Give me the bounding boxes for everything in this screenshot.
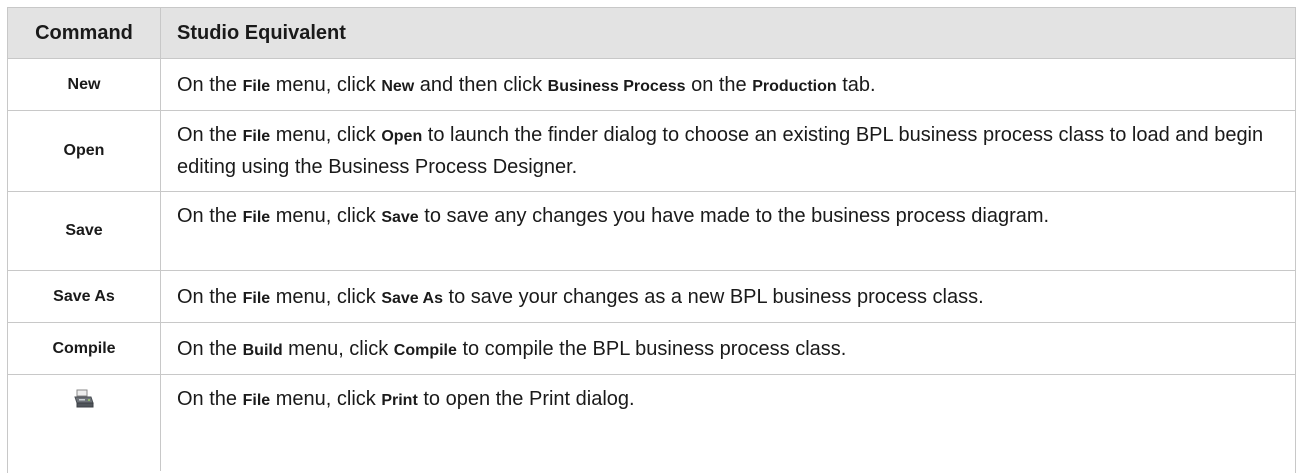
- menu-item: Print: [381, 392, 418, 409]
- desc-text: On the: [177, 286, 243, 308]
- menu-name: File: [242, 392, 271, 409]
- menu-name: File: [242, 78, 271, 95]
- item-name: Business Process: [547, 78, 686, 95]
- desc-text: to save any changes you have made to the…: [418, 205, 1050, 227]
- desc-text: On the: [177, 74, 243, 96]
- menu-name: Build: [242, 342, 283, 359]
- description-cell: On the File menu, click New and then cli…: [161, 59, 1295, 110]
- tab-name: Production: [752, 78, 837, 95]
- desc-text: On the: [177, 338, 243, 360]
- header-studio-equivalent: Studio Equivalent: [177, 22, 346, 44]
- menu-name: File: [242, 290, 271, 307]
- menu-item: Save: [381, 209, 419, 226]
- description-cell: On the File menu, click Open to launch t…: [161, 111, 1295, 191]
- desc-text: on the: [685, 74, 753, 96]
- desc-text: menu, click: [270, 388, 382, 410]
- command-cell: [8, 375, 161, 471]
- command-cell: Save As: [8, 271, 161, 322]
- command-cell: Compile: [8, 323, 161, 374]
- desc-text: menu, click: [282, 338, 394, 360]
- desc-text: menu, click: [270, 74, 382, 96]
- desc-text: On the: [177, 124, 243, 146]
- menu-item: New: [381, 78, 415, 95]
- header-command: Command: [8, 8, 161, 58]
- table-header-row: Command Studio Equivalent: [8, 8, 1295, 59]
- table-row: On the File menu, click Print to open th…: [8, 375, 1295, 471]
- commands-table: Command Studio Equivalent New On the Fil…: [7, 7, 1296, 473]
- description-cell: On the File menu, click Print to open th…: [161, 375, 1295, 471]
- desc-text: menu, click: [270, 205, 382, 227]
- desc-text: to save your changes as a new BPL busine…: [443, 286, 984, 308]
- description-cell: On the Build menu, click Compile to comp…: [161, 323, 1295, 374]
- description-cell: On the File menu, click Save to save any…: [161, 192, 1295, 270]
- desc-text: On the: [177, 388, 243, 410]
- menu-item: Compile: [393, 342, 457, 359]
- table-row: New On the File menu, click New and then…: [8, 59, 1295, 111]
- desc-text: On the: [177, 205, 243, 227]
- table-row: Save As On the File menu, click Save As …: [8, 271, 1295, 323]
- table-row: Save On the File menu, click Save to sav…: [8, 192, 1295, 271]
- command-cell: New: [8, 59, 161, 110]
- desc-text: menu, click: [270, 286, 382, 308]
- desc-text: and then click: [414, 74, 548, 96]
- table-row: Compile On the Build menu, click Compile…: [8, 323, 1295, 375]
- description-cell: On the File menu, click Save As to save …: [161, 271, 1295, 322]
- table-row: Open On the File menu, click Open to lau…: [8, 111, 1295, 192]
- print-icon: [73, 389, 95, 409]
- menu-item: Save As: [381, 290, 443, 307]
- menu-name: File: [242, 128, 271, 145]
- desc-text: to compile the BPL business process clas…: [456, 338, 847, 360]
- desc-text: to open the Print dialog.: [417, 388, 635, 410]
- desc-text: tab.: [836, 74, 876, 96]
- desc-text: menu, click: [270, 124, 382, 146]
- menu-name: File: [242, 209, 271, 226]
- command-cell: Open: [8, 111, 161, 191]
- menu-item: Open: [381, 128, 423, 145]
- command-cell: Save: [8, 192, 161, 270]
